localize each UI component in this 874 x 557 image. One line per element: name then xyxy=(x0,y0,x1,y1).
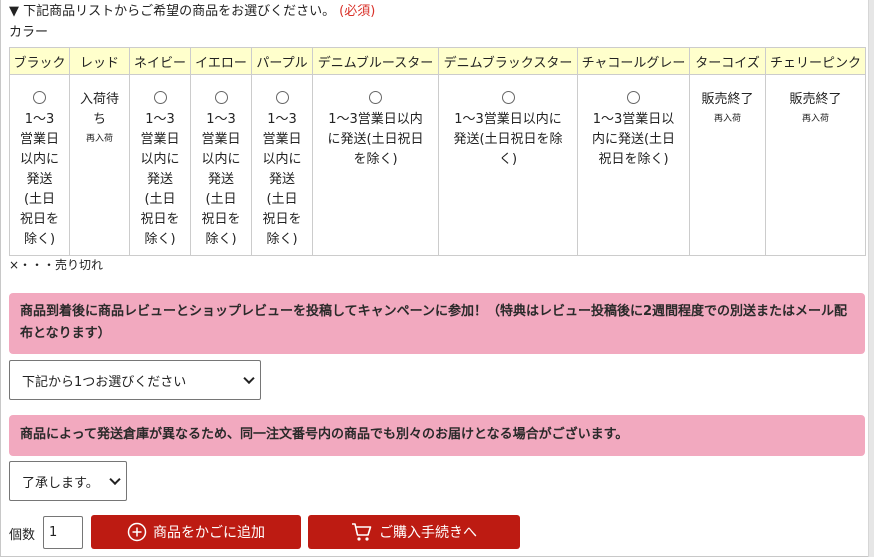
color-cell-red: 入荷待ち 再入荷 xyxy=(69,74,130,256)
checkout-label: ご購入手続きへ xyxy=(379,525,477,541)
color-radio-denim-black-star[interactable] xyxy=(501,91,515,104)
selection-heading: ▼ 下記商品リストからご希望の商品をお選びください。 (必須) xyxy=(9,3,375,20)
availability-text: 1～3営業日以内に発送(土日祝日を除く) xyxy=(140,112,180,247)
color-cell-turquoise: 販売終了 再入荷 xyxy=(689,74,766,256)
availability-text: 1～3営業日以内に発送(土日祝日を除く) xyxy=(453,112,563,167)
color-header: ネイビー xyxy=(129,47,191,75)
plus-circle-icon xyxy=(127,522,147,542)
availability-text: 1～3営業日以内に発送(土日祝日を除く) xyxy=(201,112,241,247)
color-header: ターコイズ xyxy=(689,47,766,75)
quantity-label: 個数 xyxy=(9,528,36,543)
required-mark: (必須) xyxy=(339,4,376,19)
color-header: ブラック xyxy=(9,47,70,75)
review-campaign-banner: 商品到着後に商品レビューとショップレビューを投稿してキャンペーンに参加！（特典は… xyxy=(9,293,865,354)
color-cell-cherry-pink: 販売終了 再入荷 xyxy=(765,74,866,256)
soldout-legend: ×・・・売り切れ xyxy=(9,258,104,272)
availability-text: 販売終了 xyxy=(701,92,754,107)
restock-link[interactable]: 再入荷 xyxy=(692,112,763,126)
color-header-row: ブラック レッド ネイビー イエロー パープル デニムブルースター デニムブラッ… xyxy=(9,47,866,75)
color-radio-navy[interactable] xyxy=(153,91,167,104)
color-label: カラー xyxy=(9,25,49,40)
review-campaign-select[interactable]: 下記から1つお選びください xyxy=(9,360,261,400)
color-radio-black[interactable] xyxy=(33,91,46,104)
consent-select[interactable]: 了承します。 xyxy=(9,461,127,501)
availability-text: 販売終了 xyxy=(789,92,842,107)
quantity-input[interactable]: 1 xyxy=(43,516,83,549)
add-to-cart-label: 商品をかごに追加 xyxy=(153,525,265,541)
color-cell-yellow: 1～3 営業日 以内に 発送 (土日 祝日を 除く) xyxy=(190,74,252,256)
color-header: イエロー xyxy=(190,47,252,75)
restock-link[interactable]: 再入荷 xyxy=(768,112,863,126)
cart-icon xyxy=(351,522,373,542)
color-header: チェリーピンク xyxy=(765,47,866,75)
color-table: ブラック レッド ネイビー イエロー パープル デニムブルースター デニムブラッ… xyxy=(9,47,866,256)
chevron-down-icon xyxy=(243,372,255,385)
shipping-notice-banner: 商品によって発送倉庫が異なるため、同一注文番号内の商品でも別々のお届けとなる場合… xyxy=(9,415,865,456)
restock-link[interactable]: 再入荷 xyxy=(72,132,127,146)
chevron-down-icon xyxy=(109,473,121,486)
color-cell-charcoal-gray: 1～3営業日以 内に発送(土日 祝日を除く) xyxy=(577,74,690,256)
review-campaign-select-value: 下記から1つお選びください xyxy=(22,374,187,390)
color-cell-denim-blue-star: 1～3営業日以内 に発送(土日祝日 を除く) xyxy=(312,74,439,256)
color-header: デニムブルースター xyxy=(312,47,439,75)
add-to-cart-button[interactable]: 商品をかごに追加 xyxy=(91,515,301,549)
color-cell-denim-black-star: 1～3営業日以内に 発送(土日祝日を除 く) xyxy=(438,74,578,256)
availability-text: 1～3営業日以内に発送(土日祝日を除く) xyxy=(19,112,59,247)
color-radio-charcoal-gray[interactable] xyxy=(627,91,640,104)
color-header: パープル xyxy=(251,47,313,75)
color-radio-purple[interactable] xyxy=(275,91,289,104)
consent-select-value: 了承します。 xyxy=(22,475,99,491)
availability-text: 入荷待ち xyxy=(79,92,119,127)
color-radio-denim-blue-star[interactable] xyxy=(369,91,382,104)
checkout-button[interactable]: ご購入手続きへ xyxy=(308,515,520,549)
color-cell-navy: 1～3 営業日 以内に 発送 (土日 祝日を 除く) xyxy=(129,74,191,256)
color-option-row: 1～3 営業日 以内に 発送 (土日 祝日を 除く) 入荷待ち 再入荷 1～3 営業日 以内に発… xyxy=(9,74,866,256)
availability-text: 1～3営業日以内に発送(土日祝日を除く) xyxy=(327,112,424,167)
availability-text: 1～3営業日以内に発送(土日祝日を除く) xyxy=(262,112,302,247)
availability-text: 1～3営業日以内に発送(土日祝日を除く) xyxy=(591,112,676,167)
color-header: レッド xyxy=(69,47,130,75)
selection-heading-text: ▼ 下記商品リストからご希望の商品をお選びください。 xyxy=(9,4,336,19)
color-cell-purple: 1～3 営業日 以内に 発送 (土日 祝日を 除く) xyxy=(251,74,313,256)
color-header: チャコールグレー xyxy=(577,47,690,75)
color-header: デニムブラックスター xyxy=(438,47,578,75)
color-cell-black: 1～3 営業日 以内に 発送 (土日 祝日を 除く) xyxy=(9,74,70,256)
window-edge xyxy=(868,0,874,557)
color-radio-yellow[interactable] xyxy=(214,91,228,104)
quantity-value: 1 xyxy=(49,525,58,540)
